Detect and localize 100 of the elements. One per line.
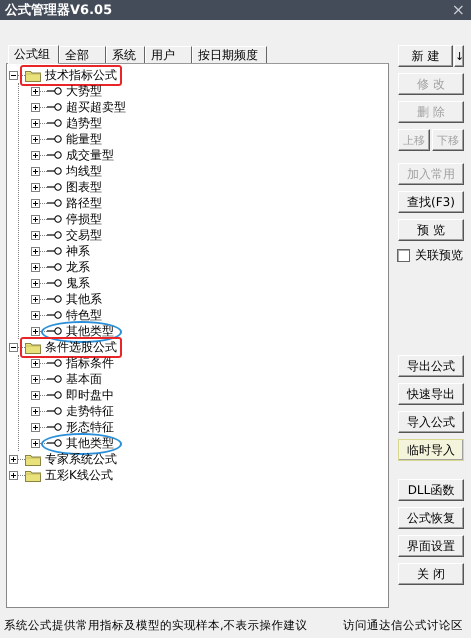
- checkbox[interactable]: [397, 249, 410, 262]
- folder-label[interactable]: 五彩K线公式: [45, 468, 113, 482]
- checkbox-label: 关联预览: [415, 247, 463, 264]
- expand-icon[interactable]: [31, 182, 40, 192]
- button[interactable]: 查找(F3): [398, 191, 464, 213]
- expand-icon[interactable]: [9, 470, 18, 480]
- formula-label[interactable]: 鬼系: [66, 276, 90, 290]
- key-icon: [47, 183, 62, 191]
- expand-icon[interactable]: [31, 150, 40, 160]
- button[interactable]: 公式恢复: [398, 507, 464, 529]
- expand-icon[interactable]: [31, 262, 40, 272]
- collapse-icon[interactable]: [9, 70, 18, 80]
- button[interactable]: 界面设置: [398, 535, 464, 557]
- key-icon: [47, 295, 62, 303]
- formula-label[interactable]: 龙系: [66, 260, 90, 274]
- key-icon: [47, 439, 62, 447]
- key-icon: [47, 167, 62, 175]
- key-icon: [47, 231, 62, 239]
- expand-icon[interactable]: [31, 214, 40, 224]
- formula-label[interactable]: 图表型: [66, 180, 102, 194]
- expand-icon[interactable]: [31, 198, 40, 208]
- key-icon: [47, 391, 62, 399]
- formula-label[interactable]: 趋势型: [66, 116, 102, 130]
- button[interactable]: 预 览: [398, 219, 464, 241]
- tab[interactable]: 用户: [145, 46, 192, 63]
- expand-icon[interactable]: [31, 118, 40, 128]
- formula-label[interactable]: 成交量型: [66, 148, 114, 162]
- formula-label[interactable]: 超买超卖型: [66, 100, 126, 114]
- expand-icon[interactable]: [31, 246, 40, 256]
- tab[interactable]: 全部: [59, 46, 106, 63]
- button[interactable]: DLL函数: [398, 479, 464, 501]
- window-title: 公式管理器V6.05: [5, 2, 112, 19]
- expand-icon[interactable]: [31, 326, 40, 336]
- formula-label[interactable]: 能量型: [66, 132, 102, 146]
- button[interactable]: 快速导出: [398, 383, 464, 405]
- formula-label[interactable]: 特色型: [66, 308, 102, 322]
- close-button[interactable]: ×: [450, 2, 467, 18]
- formula-label[interactable]: 其他类型: [66, 436, 114, 450]
- expand-icon[interactable]: [31, 86, 40, 96]
- formula-label[interactable]: 大势型: [66, 84, 102, 98]
- tab[interactable]: 公式组: [8, 45, 59, 64]
- folder-icon: [25, 468, 41, 482]
- new-button[interactable]: 新 建: [398, 45, 453, 67]
- expand-icon[interactable]: [31, 294, 40, 304]
- tab[interactable]: 按日期频度: [192, 46, 267, 63]
- key-icon: [47, 199, 62, 207]
- formula-label[interactable]: 形态特征: [66, 420, 114, 434]
- key-icon: [47, 407, 62, 415]
- formula-label[interactable]: 神系: [66, 244, 90, 258]
- expand-icon[interactable]: [31, 134, 40, 144]
- formula-label[interactable]: 即时盘中: [66, 388, 114, 402]
- folder-icon: [25, 68, 41, 82]
- key-icon: [47, 135, 62, 143]
- key-icon: [47, 311, 62, 319]
- expand-icon[interactable]: [31, 230, 40, 240]
- forum-link[interactable]: 访问通达信公式讨论区: [343, 618, 463, 632]
- expand-icon[interactable]: [31, 422, 40, 432]
- key-icon: [47, 359, 62, 367]
- status-message: 系统公式提供常用指标及模型的实现样本,不表示操作建议: [4, 618, 308, 632]
- formula-label[interactable]: 交易型: [66, 228, 102, 242]
- button[interactable]: 临时导入: [398, 439, 464, 461]
- expand-icon[interactable]: [31, 358, 40, 368]
- dropdown-button[interactable]: ↓: [454, 45, 464, 67]
- expand-icon[interactable]: [9, 454, 18, 464]
- button[interactable]: 导出公式: [398, 355, 464, 377]
- folder-label[interactable]: 技术指标公式: [45, 68, 117, 82]
- collapse-icon[interactable]: [9, 342, 18, 352]
- expand-icon[interactable]: [31, 102, 40, 112]
- key-icon: [47, 263, 62, 271]
- key-icon: [47, 103, 62, 111]
- key-icon: [47, 215, 62, 223]
- expand-icon[interactable]: [31, 390, 40, 400]
- button[interactable]: 导入公式: [398, 411, 464, 433]
- key-icon: [47, 119, 62, 127]
- tab[interactable]: 系统: [106, 46, 145, 63]
- expand-icon[interactable]: [31, 374, 40, 384]
- folder-label[interactable]: 专家系统公式: [45, 452, 117, 466]
- folder-icon: [25, 452, 41, 466]
- expand-icon[interactable]: [31, 406, 40, 416]
- formula-label[interactable]: 走势特征: [66, 404, 114, 418]
- expand-icon[interactable]: [31, 166, 40, 176]
- formula-label[interactable]: 均线型: [66, 164, 102, 178]
- formula-label[interactable]: 基本面: [66, 372, 102, 386]
- button[interactable]: 关 闭: [398, 563, 464, 585]
- key-icon: [47, 151, 62, 159]
- key-icon: [47, 327, 62, 335]
- key-icon: [47, 279, 62, 287]
- expand-icon[interactable]: [31, 310, 40, 320]
- key-icon: [47, 87, 62, 95]
- folder-icon: [25, 340, 41, 354]
- folder-label[interactable]: 条件选股公式: [45, 340, 117, 354]
- formula-label[interactable]: 其他类型: [66, 324, 114, 338]
- formula-label[interactable]: 其他系: [66, 292, 102, 306]
- key-icon: [47, 247, 62, 255]
- formula-label[interactable]: 指标条件: [66, 356, 114, 370]
- formula-label[interactable]: 停损型: [66, 212, 102, 226]
- expand-icon[interactable]: [31, 438, 40, 448]
- formula-label[interactable]: 路径型: [66, 196, 102, 210]
- expand-icon[interactable]: [31, 278, 40, 288]
- key-icon: [47, 375, 62, 383]
